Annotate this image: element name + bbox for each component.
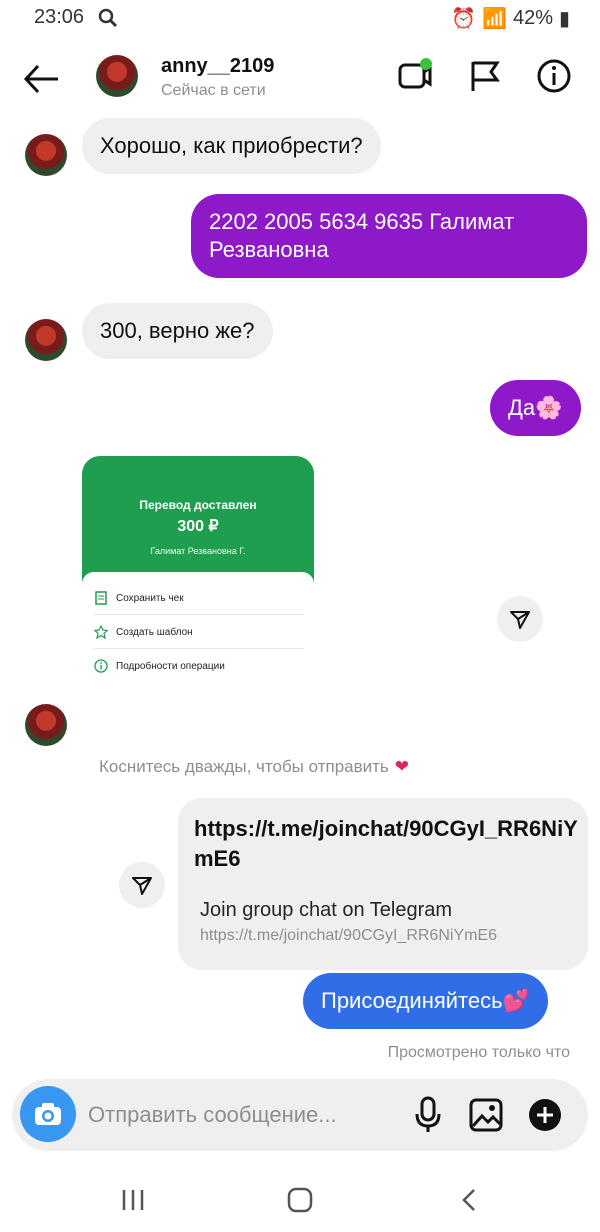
star-icon [94,625,108,639]
receipt-row-label: Создать шаблон [116,626,193,638]
hint-text: Коснитесь дважды, чтобы отправить [99,757,389,776]
battery-icon: ▮ [558,8,570,30]
receipt-row-label: Сохранить чек [116,592,184,604]
wifi-icon: 📶 [482,8,507,30]
receipt-icon [95,591,107,605]
message-bubble-in[interactable]: 300, верно же? [82,303,273,359]
info-icon [94,659,108,673]
home-icon[interactable] [285,1186,315,1214]
header-presence: Сейчас в сети [161,82,266,99]
flower-emoji: 🌸 [535,395,563,420]
receipt-sheet: Сохранить чек Создать шаблон Подробности… [82,572,314,740]
receipt-row-label: Подробности операции [116,660,225,672]
back-icon[interactable] [456,1186,486,1214]
message-bubble-out[interactable]: Да🌸 [490,380,581,436]
alarm-icon: ⏰ [451,8,477,30]
plus-icon[interactable] [528,1096,562,1134]
contact-avatar[interactable] [25,319,67,361]
message-text: 2202 2005 5634 9635 Галимат Резвановна [209,209,515,262]
status-right: ⏰ 📶 42% ▮ [451,6,570,31]
recent-apps-icon[interactable] [118,1186,148,1214]
microphone-icon[interactable] [411,1096,445,1134]
message-input[interactable]: Отправить сообщение... [88,1102,337,1128]
header-username[interactable]: anny__2109 [161,55,274,78]
receipt-row: Подробности операции [94,650,304,682]
seen-status: Просмотрено только что [387,1044,570,1061]
contact-avatar[interactable] [25,704,67,746]
double-tap-hint: Коснитесь дважды, чтобы отправить ❤ [99,757,409,777]
message-text: Хорошо, как приобрести? [100,133,363,158]
receipt-title: Перевод доставлен [139,498,257,512]
receipt-amount: 300 ₽ [177,518,219,535]
back-arrow-icon[interactable] [22,62,62,96]
share-button[interactable] [119,862,165,908]
gallery-icon[interactable] [469,1096,503,1134]
paper-plane-icon [132,877,152,895]
link-preview[interactable]: https://t.me/joinchat/90CGyI_RR6NiYmE6 J… [178,798,588,970]
battery-label: 42% [512,7,553,29]
header-avatar[interactable] [96,55,138,97]
flag-icon[interactable] [467,58,503,94]
heart-icon: ❤ [394,757,410,776]
link-title[interactable]: https://t.me/joinchat/90CGyI_RR6NiYmE6 [194,814,578,874]
message-bubble-out[interactable]: Присоединяйтесь💕 [303,973,548,1029]
message-bubble-out[interactable]: 2202 2005 5634 9635 Галимат Резвановна [191,194,587,278]
link-subtitle: Join group chat on Telegram [200,899,453,921]
contact-avatar[interactable] [25,134,67,176]
hearts-emoji: 💕 [502,988,530,1013]
camera-icon [35,1103,61,1125]
video-call-icon[interactable] [397,58,433,94]
message-text: Да [508,395,536,420]
link-url[interactable]: https://t.me/joinchat/90CGyI_RR6NiYmE6 [200,927,497,945]
camera-button[interactable] [20,1086,76,1142]
receipt-recipient: Галимат Резвановна Г. [150,546,246,556]
share-button[interactable] [497,596,543,642]
status-bar: 23:06 ⏰ 📶 42% ▮ [0,0,600,36]
message-text: 300, верно же? [100,318,255,343]
receipt-row: Создать шаблон [94,616,304,649]
message-bubble-in[interactable]: Хорошо, как приобрести? [82,118,381,174]
search-icon [98,8,118,28]
info-icon[interactable] [536,58,572,94]
receipt-row: Сохранить чек [94,582,304,615]
message-text: Присоединяйтесь [321,988,503,1013]
paper-plane-icon [510,611,530,629]
receipt-image[interactable]: Перевод доставлен 300 ₽ Галимат Резванов… [82,456,314,740]
status-time: 23:06 [34,6,85,28]
